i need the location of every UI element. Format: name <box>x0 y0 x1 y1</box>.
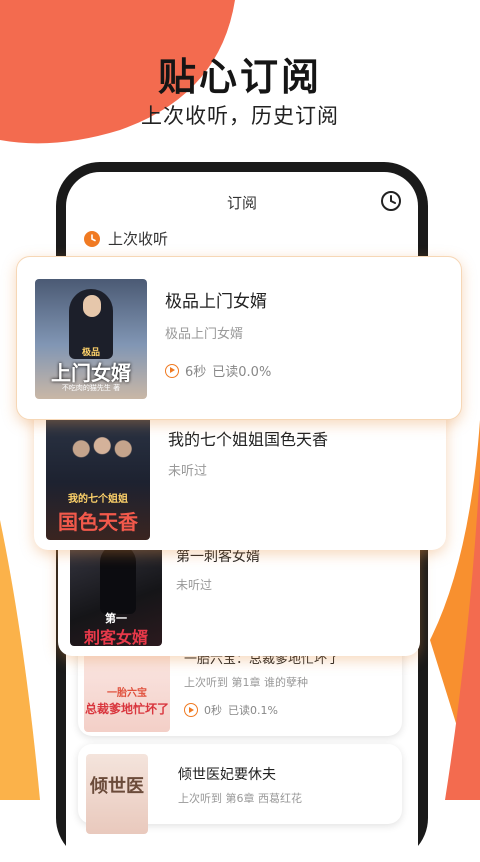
cover-figures <box>56 424 140 486</box>
book-cover: 我的七个姐姐 国色天香 <box>46 412 150 540</box>
book-subtitle: 未听过 <box>176 578 213 592</box>
cover-face <box>83 295 101 317</box>
left-orange-shape <box>0 520 40 800</box>
book-read-progress: 已读0.1% <box>228 704 278 717</box>
cover-title: 国色天香 <box>58 510 138 534</box>
book-progress: 6秒 已读0.0% <box>165 361 271 380</box>
section-label: 上次收听 <box>108 230 169 248</box>
book-cover: 倾世医 <box>86 754 148 834</box>
cover-title: 倾世医 <box>90 776 144 797</box>
book-subtitle: 未听过 <box>168 464 208 479</box>
cover-title: 总裁爹地忙坏了 <box>84 702 169 716</box>
cover-figure <box>100 544 136 614</box>
book-subtitle: 上次听到 第1章 谁的孽种 <box>184 676 308 689</box>
book-duration: 0秒 <box>204 704 222 717</box>
cover-title: 上门女婿 <box>51 361 131 385</box>
book-duration: 6秒 <box>185 365 207 380</box>
cover-badge: 我的七个姐姐 <box>68 494 128 505</box>
book-subtitle: 极品上门女婿 <box>165 327 244 342</box>
section-header: 上次收听 <box>84 228 168 249</box>
cover-title: 刺客女婿 <box>83 628 148 646</box>
book-card[interactable]: 倾世医 倾世医妃要休夫 上次听到 第6章 西葛红花 <box>78 744 402 834</box>
book-cover: 第一 刺客女婿 <box>70 534 162 646</box>
play-circle-icon[interactable] <box>184 703 198 717</box>
book-title: 倾世医妃要休夫 <box>178 767 276 783</box>
clock-icon[interactable] <box>380 190 402 212</box>
play-circle-icon[interactable] <box>165 363 179 378</box>
section-clock-icon <box>84 230 100 247</box>
promo-title: 贴心订阅 <box>157 55 322 99</box>
book-title: 我的七个姐姐国色天香 <box>168 430 329 449</box>
book-read-progress: 已读0.0% <box>212 365 272 380</box>
cover-badge: 一胎六宝 <box>107 688 147 699</box>
book-title: 极品上门女婿 <box>165 292 267 312</box>
book-progress: 0秒 已读0.1% <box>184 702 278 718</box>
book-cover: 极品 上门女婿 不吃肉的猫先生 著 <box>35 279 147 399</box>
book-card[interactable]: 我的七个姐姐 国色天香 我的七个姐姐国色天香 未听过 <box>34 402 446 550</box>
book-cover: 一胎六宝 总裁爹地忙坏了 <box>84 644 170 732</box>
cover-author: 不吃肉的猫先生 著 <box>61 384 121 392</box>
screen-title: 订阅 <box>226 194 257 212</box>
promo-subtitle: 上次收听，历史订阅 <box>141 104 339 128</box>
book-subtitle: 上次听到 第6章 西葛红花 <box>178 792 302 805</box>
book-card-current[interactable]: 极品 上门女婿 不吃肉的猫先生 著 极品上门女婿 极品上门女婿 6秒 已读0.0… <box>16 256 462 420</box>
